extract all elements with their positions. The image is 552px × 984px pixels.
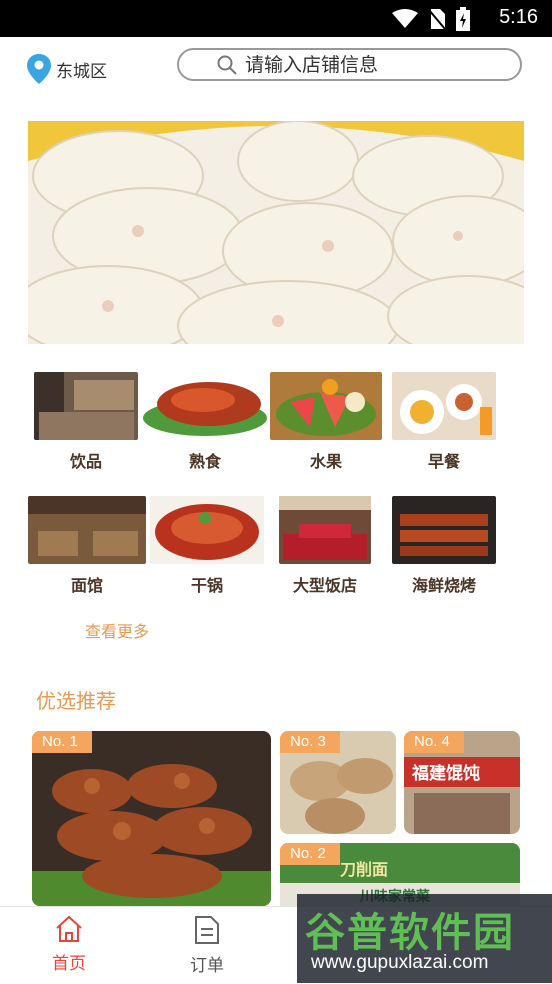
category-image — [28, 496, 146, 564]
recommend-card-4[interactable]: 福建馄饨 No. 4 — [404, 731, 520, 834]
map-pin-icon — [27, 54, 51, 84]
no-sim-icon — [428, 9, 446, 30]
document-icon — [195, 916, 219, 944]
tab-label: 首页 — [52, 954, 86, 974]
card-image — [32, 731, 271, 906]
location-label: 东城区 — [56, 61, 107, 82]
category-label: 早餐 — [427, 452, 460, 471]
header: 东城区 — [0, 37, 552, 97]
recommend-title: 优选推荐 — [36, 689, 116, 713]
category-image — [392, 496, 496, 564]
rank-badge: No. 3 — [280, 731, 340, 753]
rank-badge: No. 1 — [32, 731, 92, 753]
category-dry-pot[interactable]: 干锅 — [150, 496, 264, 596]
category-image — [279, 496, 371, 564]
watermark-url: www.gupuxlazai.com — [311, 952, 489, 973]
battery-charging-icon — [456, 7, 470, 31]
search-bar[interactable] — [177, 48, 522, 81]
tab-home[interactable]: 首页 — [29, 915, 109, 974]
category-image — [150, 496, 264, 564]
shop-sign-text: 刀削面 — [340, 860, 388, 879]
location-selector[interactable]: 东城区 — [26, 53, 107, 85]
shop-sign-text: 福建馄饨 — [411, 763, 480, 784]
category-label: 海鲜烧烤 — [411, 576, 476, 595]
home-icon — [56, 915, 82, 942]
rank-badge: No. 4 — [404, 731, 464, 753]
watermark-brand: 谷普软件园 — [305, 910, 515, 956]
category-label: 干锅 — [190, 576, 223, 595]
category-label: 熟食 — [188, 452, 221, 471]
status-icons — [392, 7, 470, 31]
category-label: 水果 — [309, 452, 342, 471]
watermark-logo: 谷普软件园 www.gupuxlazai.com — [297, 894, 552, 983]
view-more-link[interactable]: 查看更多 — [85, 618, 149, 642]
category-drinks[interactable]: 饮品 — [34, 372, 138, 472]
status-bar: 5:16 — [0, 0, 552, 37]
category-label: 饮品 — [69, 452, 102, 471]
category-noodle-shop[interactable]: 面馆 — [28, 496, 146, 596]
category-label: 大型饭店 — [292, 576, 357, 595]
recommend-card-1[interactable]: No. 1 — [32, 731, 271, 906]
category-image — [270, 372, 382, 440]
rank-badge: No. 2 — [280, 843, 340, 865]
category-cooked-food[interactable]: 熟食 — [141, 372, 269, 472]
recommend-card-3[interactable]: No. 3 — [280, 731, 396, 834]
category-seafood-bbq[interactable]: 海鲜烧烤 — [392, 496, 496, 596]
category-label: 面馆 — [70, 576, 103, 595]
category-breakfast[interactable]: 早餐 — [392, 372, 496, 472]
tab-label: 订单 — [190, 956, 224, 976]
category-fruit[interactable]: 水果 — [270, 372, 382, 472]
status-time: 5:16 — [499, 6, 538, 28]
category-image — [392, 372, 496, 440]
search-input[interactable] — [245, 53, 505, 76]
tab-orders[interactable]: 订单 — [167, 915, 247, 976]
banner-image[interactable] — [28, 121, 524, 344]
search-icon — [217, 55, 237, 75]
category-image — [34, 372, 138, 440]
wifi-icon — [392, 9, 418, 28]
category-large-restaurant[interactable]: 大型饭店 — [279, 496, 371, 596]
category-image — [141, 372, 269, 440]
